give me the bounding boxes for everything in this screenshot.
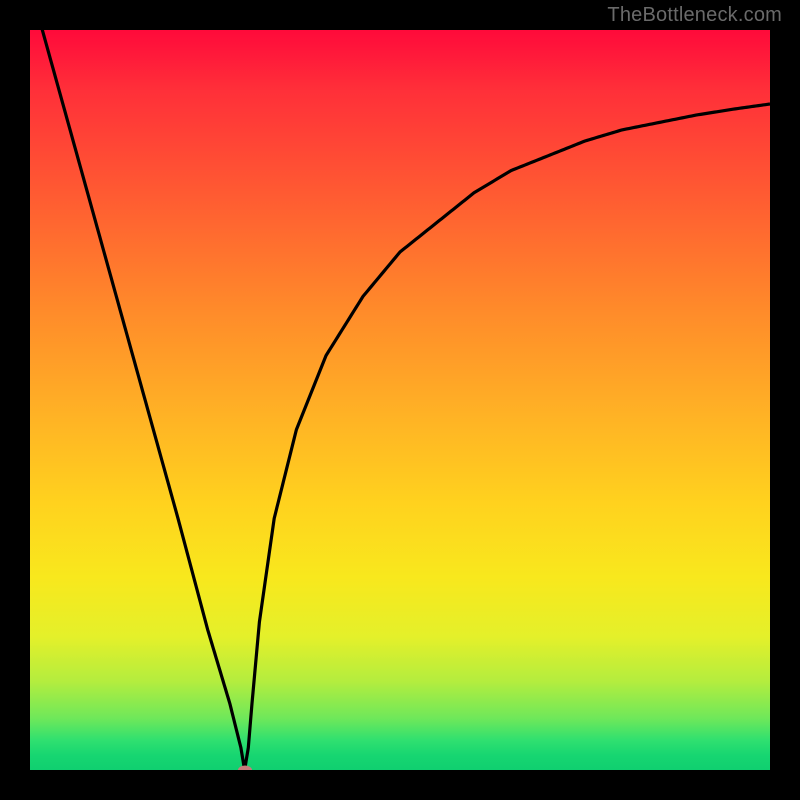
bottleneck-curve — [30, 30, 770, 770]
minimum-marker — [238, 766, 252, 771]
plot-area — [30, 30, 770, 770]
watermark-text: TheBottleneck.com — [607, 4, 782, 27]
chart-frame: TheBottleneck.com — [0, 0, 800, 800]
